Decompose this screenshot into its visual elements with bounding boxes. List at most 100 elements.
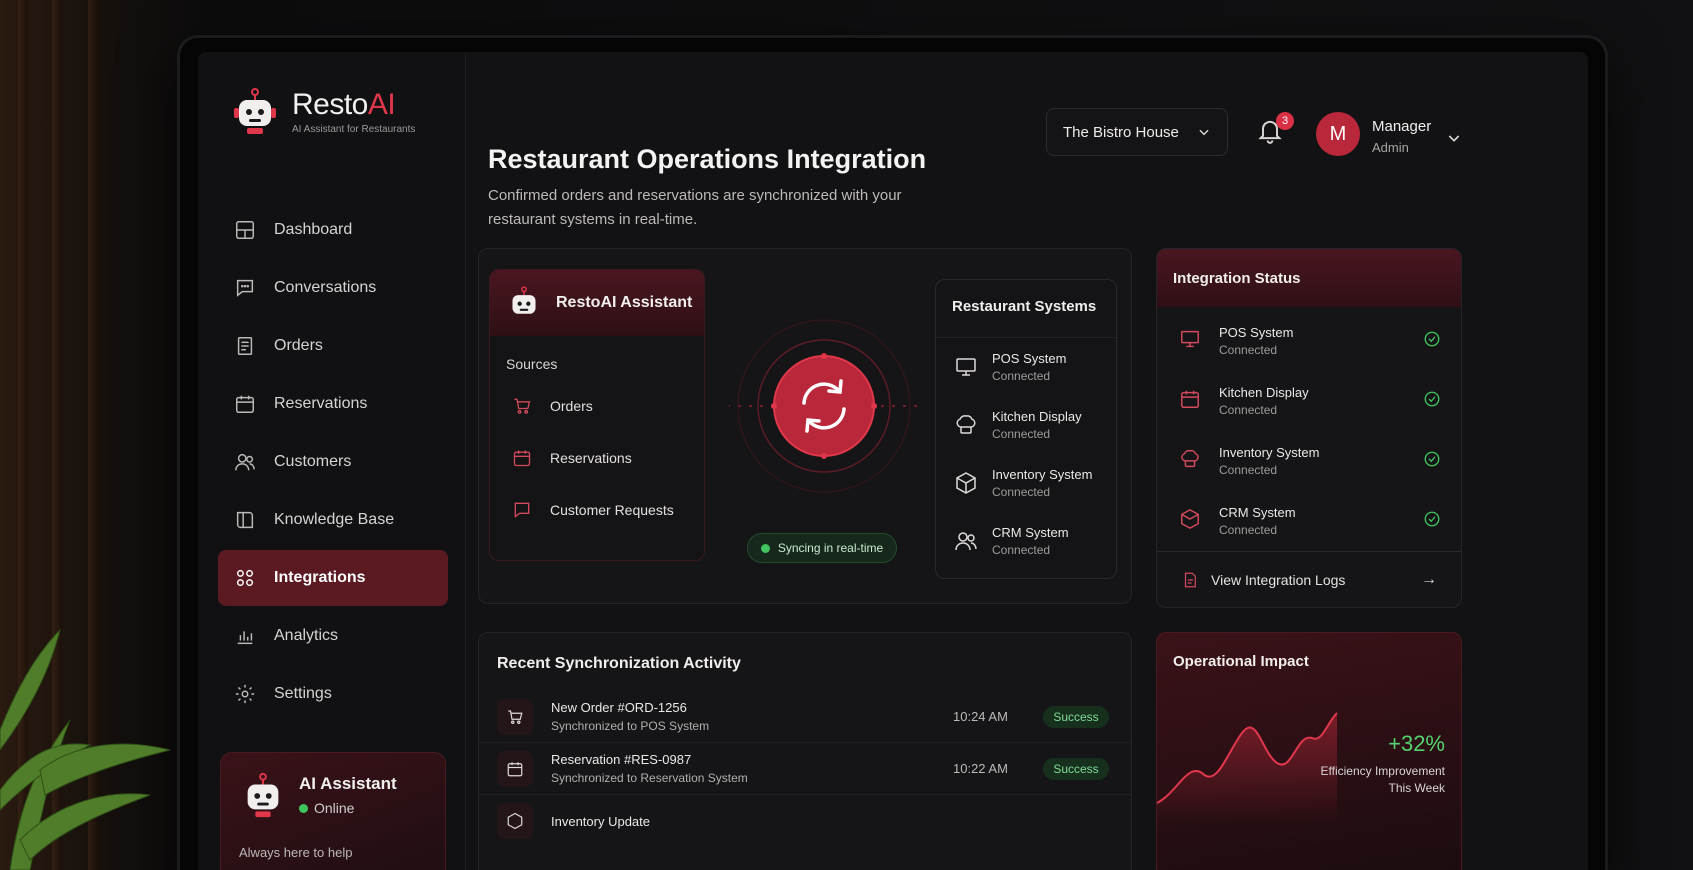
- nav-label: Customers: [274, 453, 352, 470]
- system-item-inventory[interactable]: Inventory System Connected: [936, 454, 1116, 512]
- brand[interactable]: RestoAI AI Assistant for Restaurants: [230, 86, 415, 136]
- status-item-inventory[interactable]: Inventory System Connected: [1157, 431, 1461, 491]
- status-value: Connected: [1219, 403, 1278, 417]
- integrations-icon: [236, 569, 254, 587]
- nav-label: Conversations: [274, 279, 377, 296]
- activity-title: Recent Synchronization Activity: [497, 655, 741, 672]
- chat-icon: [236, 279, 254, 297]
- system-item-crm[interactable]: CRM System Connected: [936, 512, 1116, 570]
- hub-node: [821, 453, 827, 459]
- sources-label: Sources: [506, 356, 558, 372]
- nav-item-conversations[interactable]: Conversations: [218, 260, 448, 316]
- nav-item-dashboard[interactable]: Dashboard: [218, 202, 448, 258]
- source-label: Reservations: [550, 450, 632, 466]
- restaurant-selector[interactable]: The Bistro House: [1046, 108, 1228, 156]
- activity-time: 10:24 AM: [953, 709, 1008, 724]
- restaurant-name: The Bistro House: [1063, 123, 1179, 141]
- sync-hub: [729, 319, 919, 493]
- activity-icon: [497, 750, 533, 787]
- recent-activity-panel: Recent Synchronization Activity New Orde…: [478, 632, 1132, 870]
- box-icon: [1181, 508, 1199, 529]
- brand-tagline: AI Assistant for Restaurants: [292, 123, 416, 135]
- check-circle-icon: [1424, 511, 1440, 526]
- nav-item-reservations[interactable]: Reservations: [218, 376, 448, 432]
- chat-icon: [514, 502, 530, 519]
- user-name[interactable]: Manager: [1372, 118, 1431, 135]
- status-name: CRM System: [1219, 505, 1296, 520]
- users-icon: [955, 532, 977, 551]
- activity-name: New Order #ORD-1256: [551, 700, 687, 715]
- check-circle-icon: [1424, 331, 1440, 346]
- assistant-card-title: RestoAI Assistant: [556, 294, 693, 311]
- box-icon: [956, 472, 976, 494]
- robot-logo-icon: [234, 88, 276, 134]
- system-item-pos[interactable]: POS System Connected: [936, 338, 1116, 396]
- source-item-customer-requests[interactable]: Customer Requests: [490, 484, 704, 536]
- status-value: Connected: [1219, 343, 1278, 357]
- status-name: Inventory System: [1219, 445, 1320, 460]
- systems-title: Restaurant Systems: [936, 280, 1116, 338]
- activity-name: Inventory Update: [551, 813, 651, 829]
- chef-hat-icon: [956, 415, 976, 434]
- hub-node: [821, 353, 827, 359]
- avatar[interactable]: M: [1316, 112, 1360, 156]
- status-item-crm[interactable]: CRM System Connected: [1157, 491, 1461, 551]
- decorative-plant: [0, 628, 171, 870]
- source-item-orders[interactable]: Orders: [490, 380, 704, 432]
- nav-item-knowledge-base[interactable]: Knowledge Base: [218, 492, 448, 548]
- nav-label: Reservations: [274, 395, 368, 412]
- chef-hat-icon: [1181, 449, 1199, 467]
- sync-label: Syncing in real-time: [777, 541, 884, 555]
- nav-item-customers[interactable]: Customers: [218, 434, 448, 490]
- sync-status-pill: Syncing in real-time: [747, 533, 897, 563]
- operational-impact-panel: Operational Impact +32% Efficiency Impro…: [1156, 632, 1462, 870]
- source-item-reservations[interactable]: Reservations: [490, 432, 704, 484]
- system-name: Kitchen Display: [992, 409, 1082, 424]
- status-item-pos[interactable]: POS System Connected: [1157, 311, 1461, 371]
- nav-item-integrations[interactable]: Integrations: [218, 550, 448, 606]
- restaurant-systems-card: Restaurant Systems POS System Connected K…: [935, 279, 1117, 579]
- activity-row[interactable]: New Order #ORD-1256 Synchronized to POS S…: [479, 691, 1131, 743]
- hub-node: [771, 403, 777, 409]
- nav-label: Integrations: [274, 569, 366, 586]
- robot-icon: [512, 286, 536, 314]
- system-status: Connected: [992, 369, 1051, 383]
- assistant-title: AI Assistant: [299, 774, 397, 793]
- system-name: POS System: [992, 351, 1067, 366]
- chevron-down-icon: [1199, 129, 1209, 136]
- nav-label: Analytics: [274, 627, 339, 644]
- book-icon: [236, 511, 254, 529]
- activity-sub: Synchronized to POS System: [551, 719, 710, 733]
- system-name: CRM System: [992, 525, 1069, 540]
- cart-icon: [514, 398, 531, 414]
- nav-item-analytics[interactable]: Analytics: [218, 608, 448, 664]
- activity-row[interactable]: Inventory Update: [479, 795, 1131, 847]
- activity-row[interactable]: Reservation #RES-0987 Synchronized to Res…: [479, 743, 1131, 795]
- ai-assistant-card[interactable]: AI Assistant Online Always here to help: [220, 752, 446, 870]
- system-item-kitchen-display[interactable]: Kitchen Display Connected: [936, 396, 1116, 454]
- system-status: Connected: [992, 543, 1051, 557]
- status-badge: Success: [1043, 705, 1109, 728]
- page-title: Restaurant Operations Integration: [488, 144, 927, 174]
- page-subtitle: Confirmed orders and reservations are sy…: [488, 187, 902, 228]
- source-label: Customer Requests: [550, 502, 674, 518]
- brand-name: RestoAI: [292, 87, 396, 121]
- assistant-status: Online: [299, 800, 397, 816]
- activity-time: 10:22 AM: [953, 761, 1008, 776]
- status-value: Connected: [1219, 463, 1278, 477]
- impact-label: Efficiency Improvement This Week: [1320, 764, 1446, 795]
- app-screen: RestoAI AI Assistant for Restaurants Das…: [198, 52, 1588, 870]
- status-name: POS System: [1219, 325, 1294, 340]
- arrow-right-icon: →: [1421, 570, 1437, 588]
- view-integration-logs-link[interactable]: View Integration Logs →: [1157, 551, 1461, 607]
- activity-icon: [497, 803, 533, 839]
- nav-item-orders[interactable]: Orders: [218, 318, 448, 374]
- nav-label: Knowledge Base: [274, 511, 395, 528]
- dashboard-icon: [236, 221, 254, 239]
- impact-value: +32%: [1388, 731, 1445, 756]
- chevron-down-icon[interactable]: [1446, 130, 1462, 146]
- sidebar: RestoAI AI Assistant for Restaurants Das…: [198, 52, 466, 870]
- status-item-kitchen-display[interactable]: Kitchen Display Connected: [1157, 371, 1461, 431]
- assistant-card-header: RestoAI Assistant: [490, 270, 704, 336]
- nav-item-settings[interactable]: Settings: [218, 666, 448, 722]
